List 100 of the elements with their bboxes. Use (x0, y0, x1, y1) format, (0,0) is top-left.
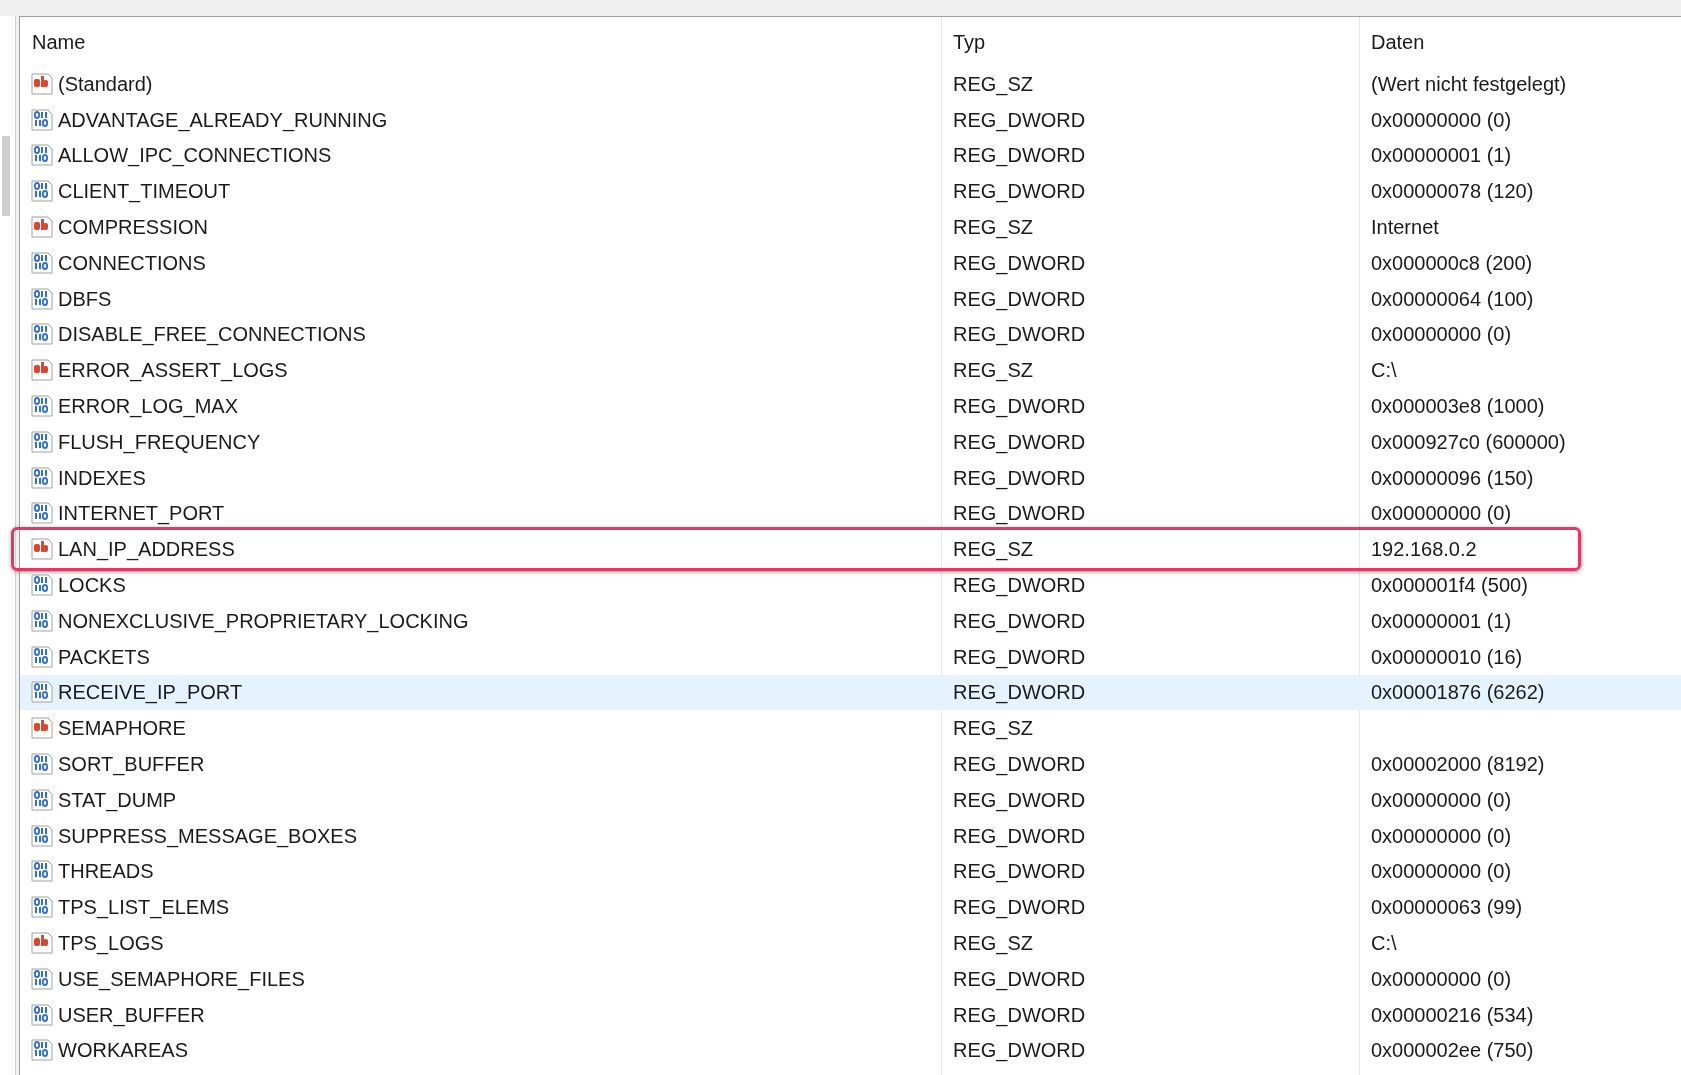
value-type: REG_DWORD (953, 287, 1086, 310)
value-type: REG_DWORD (953, 896, 1086, 919)
registry-row[interactable]: FLUSH_FREQUENCY REG_DWORD 0x000927c0 (600000) (20, 423, 1681, 460)
value-type: REG_DWORD (953, 108, 1086, 131)
value-type: REG_DWORD (953, 1039, 1086, 1062)
column-header[interactable]: Daten (1359, 17, 1681, 66)
binary-value-icon (30, 179, 54, 204)
value-data: Internet (1371, 216, 1439, 239)
value-name: NONEXCLUSIVE_PROPRIETARY_LOCKING (58, 608, 469, 635)
value-type: REG_DWORD (953, 251, 1086, 274)
value-type: REG_SZ (953, 359, 1034, 382)
binary-value-icon (30, 322, 54, 347)
registry-row[interactable]: DBFS REG_DWORD 0x00000064 (100) (20, 280, 1681, 317)
value-name: TPS_LIST_ELEMS (58, 895, 230, 921)
value-name: DISABLE_FREE_CONNECTIONS (58, 322, 366, 348)
registry-row[interactable]: (Standard) REG_SZ (Wert nicht festgelegt) (20, 66, 1681, 102)
value-data: 0x00000000 (0) (1371, 108, 1512, 131)
value-type: REG_DWORD (953, 180, 1086, 203)
binary-value-icon (30, 107, 54, 132)
value-data: 0x00000216 (534) (1371, 1003, 1534, 1026)
registry-row[interactable]: THREADS REG_DWORD 0x00000000 (0) (20, 853, 1681, 890)
value-data: 0x00000000 (0) (1371, 860, 1512, 883)
registry-row[interactable]: TPS_LIST_ELEMS REG_DWORD 0x00000063 (99) (20, 889, 1681, 926)
value-data: 0x000003e8 (1000) (1371, 395, 1545, 418)
value-name: STAT_DUMP (58, 787, 177, 814)
registry-row[interactable]: LAN_IP_ADDRESS REG_SZ 192.168.0.2 (20, 531, 1681, 568)
binary-value-icon (30, 823, 54, 848)
column-header[interactable]: Typ (941, 17, 1359, 66)
registry-row[interactable]: USE_SEMAPHORE_FILES REG_DWORD 0x00000000 (0) (20, 960, 1681, 997)
value-type: REG_DWORD (953, 824, 1086, 847)
value-data: (Wert nicht festgelegt) (1371, 72, 1567, 95)
string-value-icon (30, 716, 54, 741)
registry-row[interactable]: DISABLE_FREE_CONNECTIONS REG_DWORD 0x00000000 (0) (20, 316, 1681, 353)
registry-row[interactable]: PACKETS REG_DWORD 0x00000010 (16) (20, 638, 1681, 675)
value-data: 0x00000064 (100) (1371, 287, 1534, 310)
registry-row[interactable]: INTERNET_PORT REG_DWORD 0x00000000 (0) (20, 495, 1681, 532)
value-type: REG_DWORD (953, 1003, 1086, 1026)
binary-value-icon (30, 429, 54, 454)
registry-row[interactable]: CLIENT_TIMEOUT REG_DWORD 0x00000078 (120) (20, 173, 1681, 210)
value-name: THREADS (58, 859, 154, 885)
registry-row[interactable]: STAT_DUMP REG_DWORD 0x00000000 (0) (20, 781, 1681, 818)
binary-value-icon (30, 501, 54, 526)
value-data: 0x00000000 (0) (1371, 788, 1512, 811)
value-name: ERROR_ASSERT_LOGS (58, 358, 288, 384)
value-data: 0x000927c0 (600000) (1371, 430, 1566, 453)
binary-value-icon (30, 250, 54, 275)
registry-row[interactable]: COMPRESSION REG_SZ Internet (20, 209, 1681, 245)
value-data: 0x00000000 (0) (1371, 502, 1512, 525)
value-name: WORKAREAS (58, 1038, 189, 1064)
string-value-icon (30, 358, 54, 383)
value-data: 0x00000010 (16) (1371, 645, 1523, 668)
scrollbar-thumb[interactable] (2, 136, 10, 216)
value-data: 0x00000001 (1) (1371, 609, 1512, 632)
value-type: REG_DWORD (953, 323, 1086, 346)
value-data: 0x00000000 (0) (1371, 824, 1512, 847)
binary-value-icon (30, 966, 54, 991)
value-name: LAN_IP_ADDRESS (58, 537, 235, 563)
binary-value-icon (30, 608, 54, 633)
value-type: REG_DWORD (953, 753, 1086, 776)
value-name: PACKETS (58, 644, 150, 670)
value-type: REG_SZ (953, 72, 1034, 95)
binary-value-icon (30, 394, 54, 419)
value-type: REG_DWORD (953, 574, 1086, 597)
value-type: REG_SZ (953, 932, 1034, 954)
value-type: REG_DWORD (953, 788, 1086, 811)
binary-value-icon (30, 573, 54, 598)
registry-row[interactable]: SEMAPHORE REG_SZ (20, 710, 1681, 747)
value-type: REG_DWORD (953, 860, 1086, 883)
registry-row[interactable]: NONEXCLUSIVE_PROPRIETARY_LOCKING REG_DWORD 0x00000001 (1) (20, 602, 1681, 639)
registry-row[interactable]: RECEIVE_IP_PORT REG_DWORD 0x00001876 (6262) (20, 674, 1681, 711)
value-name: INDEXES (58, 465, 146, 491)
value-name: USE_SEMAPHORE_FILES (58, 966, 305, 993)
registry-row[interactable]: USER_BUFFER REG_DWORD 0x00000216 (534) (20, 996, 1681, 1033)
value-name: TPS_LOGS (58, 931, 164, 957)
registry-row[interactable]: SUPPRESS_MESSAGE_BOXES REG_DWORD 0x00000000 (0) (20, 817, 1681, 854)
value-type: REG_DWORD (953, 395, 1086, 418)
registry-row[interactable]: SORT_BUFFER REG_DWORD 0x00002000 (8192) (20, 746, 1681, 782)
registry-row[interactable]: TPS_LOGS REG_SZ C:\ (20, 925, 1681, 961)
registry-row[interactable]: WORKAREAS REG_DWORD 0x000002ee (750) (20, 1032, 1681, 1069)
value-data: C:\ (1371, 359, 1397, 382)
registry-row[interactable]: ADVANTAGE_ALREADY_RUNNING REG_DWORD 0x00000000 (0) (20, 101, 1681, 138)
registry-row[interactable]: CONNECTIONS REG_DWORD 0x000000c8 (200) (20, 245, 1681, 281)
binary-value-icon (30, 680, 54, 705)
registry-row[interactable]: ERROR_LOG_MAX REG_DWORD 0x000003e8 (1000) (20, 388, 1681, 424)
registry-row[interactable]: ERROR_ASSERT_LOGS REG_SZ C:\ (20, 352, 1681, 389)
value-data: 0x00002000 (8192) (1371, 753, 1545, 776)
value-type: REG_DWORD (953, 430, 1086, 453)
value-name: RECEIVE_IP_PORT (58, 680, 243, 706)
value-name: (Standard) (58, 71, 153, 97)
binary-value-icon (30, 752, 54, 777)
column-header[interactable]: Name (20, 17, 941, 66)
value-name: LOCKS (58, 573, 126, 599)
binary-value-icon (30, 465, 54, 490)
binary-value-icon (30, 787, 54, 812)
registry-row[interactable]: LOCKS REG_DWORD 0x000001f4 (500) (20, 567, 1681, 603)
value-type: REG_DWORD (953, 466, 1086, 489)
registry-row[interactable]: INDEXES REG_DWORD 0x00000096 (150) (20, 459, 1681, 496)
registry-row[interactable]: ALLOW_IPC_CONNECTIONS REG_DWORD 0x00000001 (1) (20, 137, 1681, 174)
value-data: 0x000000c8 (200) (1371, 251, 1533, 274)
value-data: 0x00000000 (0) (1371, 323, 1512, 346)
